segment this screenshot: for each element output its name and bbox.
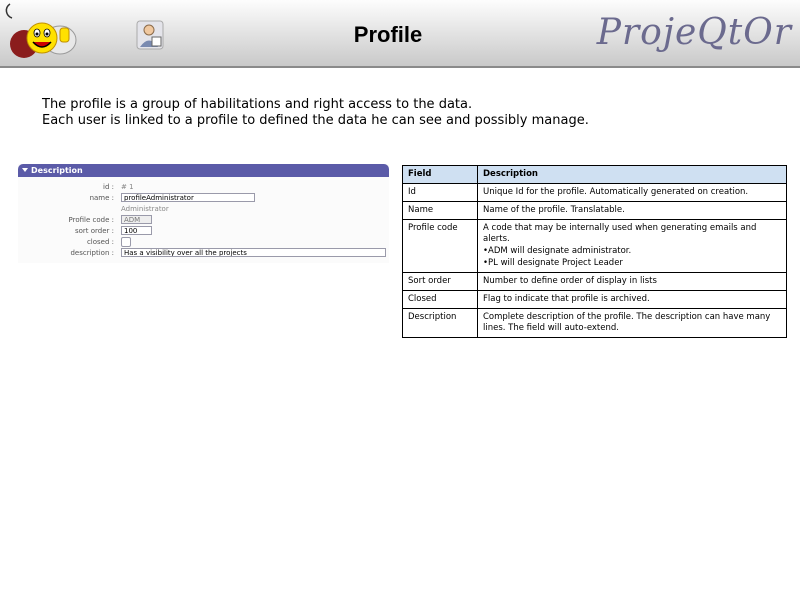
name-input[interactable]: profileAdministrator [121,193,255,202]
row-field: Closed [402,290,478,309]
form-row-translated-name: Administrator [18,204,389,215]
row-field: Name [402,201,478,220]
row-description: A code that may be internally used when … [477,219,787,273]
intro-line-1: The profile is a group of habilitations … [42,97,473,112]
row-field: Id [402,183,478,202]
row-description: Complete description of the profile. The… [477,308,787,338]
form-row-closed: closed : [18,237,389,248]
form-row-profile-code: Profile code : ADM [18,215,389,226]
table-row: Closed Flag to indicate that profile is … [402,290,787,309]
form-row-sort-order: sort order : 100 [18,226,389,237]
table-header-row: Field Description [402,165,787,184]
header-bar: Profile ProjeQtOr [0,0,800,68]
table-row: Profile code A code that may be internal… [402,219,787,273]
description-input[interactable]: Has a visibility over all the projects [121,248,386,257]
sort-order-input[interactable]: 100 [121,226,152,235]
sort-order-label: sort order : [74,227,114,235]
row-description: Name of the profile. Translatable. [477,201,787,220]
profile-code-label: Profile code : [68,216,114,224]
description-label: description : [70,249,114,257]
brand-logo-text: ProjeQtOr [596,12,792,53]
row-field: Sort order [402,272,478,291]
intro-text: The profile is a group of habilitations … [42,97,589,129]
row-description: Unique Id for the profile. Automatically… [477,183,787,202]
intro-line-2: Each user is linked to a profile to defi… [42,113,589,128]
section-title: Description [31,166,83,175]
table-row: Sort order Number to define order of dis… [402,272,787,291]
profile-code-input[interactable]: ADM [121,215,152,224]
header-field: Field [402,165,478,184]
closed-label: closed : [86,238,114,246]
bullet-pl: •PL will designate Project Leader [483,258,623,268]
row-description: Flag to indicate that profile is archive… [477,290,787,309]
row-description: Number to define order of display in lis… [477,272,787,291]
row-field: Profile code [402,219,478,273]
field-description-table: Field Description Id Unique Id for the p… [402,165,787,338]
table-row: Name Name of the profile. Translatable. [402,201,787,220]
description-form-panel: Description id : # 1 name : profileAdmin… [18,164,389,263]
translated-name: Administrator [121,205,169,213]
name-label: name : [89,194,114,202]
closed-checkbox[interactable] [121,237,131,247]
form-row-description: description : Has a visibility over all … [18,248,389,259]
description-section-header[interactable]: Description [18,164,389,177]
collapse-triangle-icon[interactable] [22,168,28,172]
row-description-text: A code that may be internally used when … [483,223,757,244]
table-row: Id Unique Id for the profile. Automatica… [402,183,787,202]
id-label: id : [103,183,114,191]
bullet-adm: •ADM will designate administrator. [483,246,632,256]
form-row-name: name : profileAdministrator [18,193,389,204]
form-row-id: id : # 1 [18,182,389,193]
id-value: # 1 [121,183,134,191]
header-description: Description [477,165,787,184]
row-field: Description [402,308,478,338]
table-row: Description Complete description of the … [402,308,787,338]
